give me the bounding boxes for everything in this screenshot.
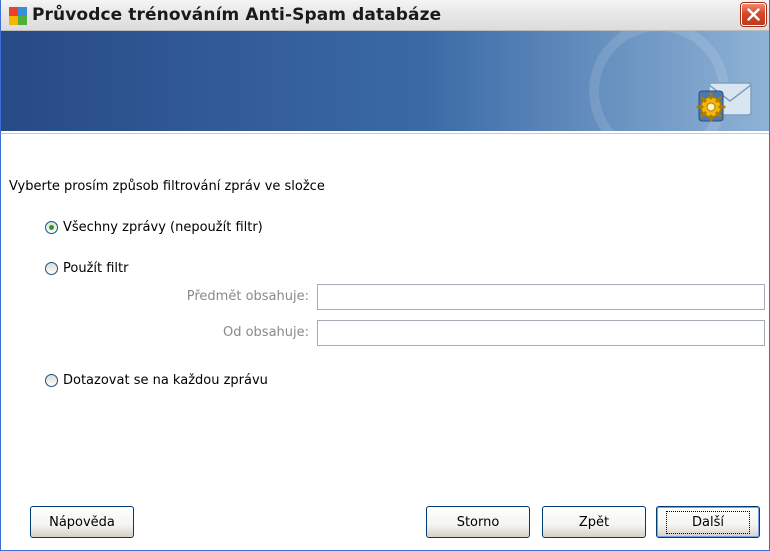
subject-filter-label: Předmět obsahuje:	[186, 289, 309, 304]
subject-filter-input[interactable]	[317, 284, 765, 310]
options-panel: Vyberte prosím způsob filtrování zpráv v…	[1, 134, 769, 454]
footer-separator	[1, 458, 769, 459]
radio-label: Použít filtr	[63, 260, 129, 276]
from-filter-label: Od obsahuje:	[222, 325, 309, 340]
mail-gear-icon	[696, 82, 752, 122]
radio-button[interactable]	[45, 373, 58, 387]
radio-all-messages[interactable]: Všechny zprávy (nepoužít filtr)	[45, 218, 263, 236]
from-filter-input[interactable]	[317, 320, 765, 346]
close-icon	[747, 8, 760, 21]
radio-label: Dotazovat se na každou zprávu	[63, 372, 268, 388]
radio-button-checked[interactable]	[45, 220, 58, 234]
radio-button[interactable]	[45, 261, 58, 275]
back-button[interactable]: Zpět	[542, 506, 646, 538]
instruction-text: Vyberte prosím způsob filtrování zpráv v…	[9, 179, 325, 194]
avg-icon	[9, 7, 27, 25]
cancel-button-label: Storno	[456, 514, 500, 530]
header-banner	[1, 31, 769, 131]
title-bar[interactable]: Průvodce trénováním Anti-Spam databáze	[1, 0, 769, 31]
help-button[interactable]: Nápověda	[30, 506, 134, 538]
radio-ask-each-message[interactable]: Dotazovat se na každou zprávu	[45, 371, 268, 389]
radio-label: Všechny zprávy (nepoužít filtr)	[63, 219, 263, 235]
radio-use-filter[interactable]: Použít filtr	[45, 259, 128, 277]
next-button[interactable]: Další	[656, 506, 760, 538]
cancel-button[interactable]: Storno	[426, 506, 530, 538]
next-button-label: Další	[666, 510, 750, 534]
help-button-label: Nápověda	[49, 514, 115, 530]
window-title: Průvodce trénováním Anti-Spam databáze	[32, 5, 442, 25]
wizard-window: Průvodce trénováním Anti-Spam databáze V…	[0, 0, 770, 551]
close-button[interactable]	[741, 3, 766, 26]
back-button-label: Zpět	[578, 514, 610, 530]
